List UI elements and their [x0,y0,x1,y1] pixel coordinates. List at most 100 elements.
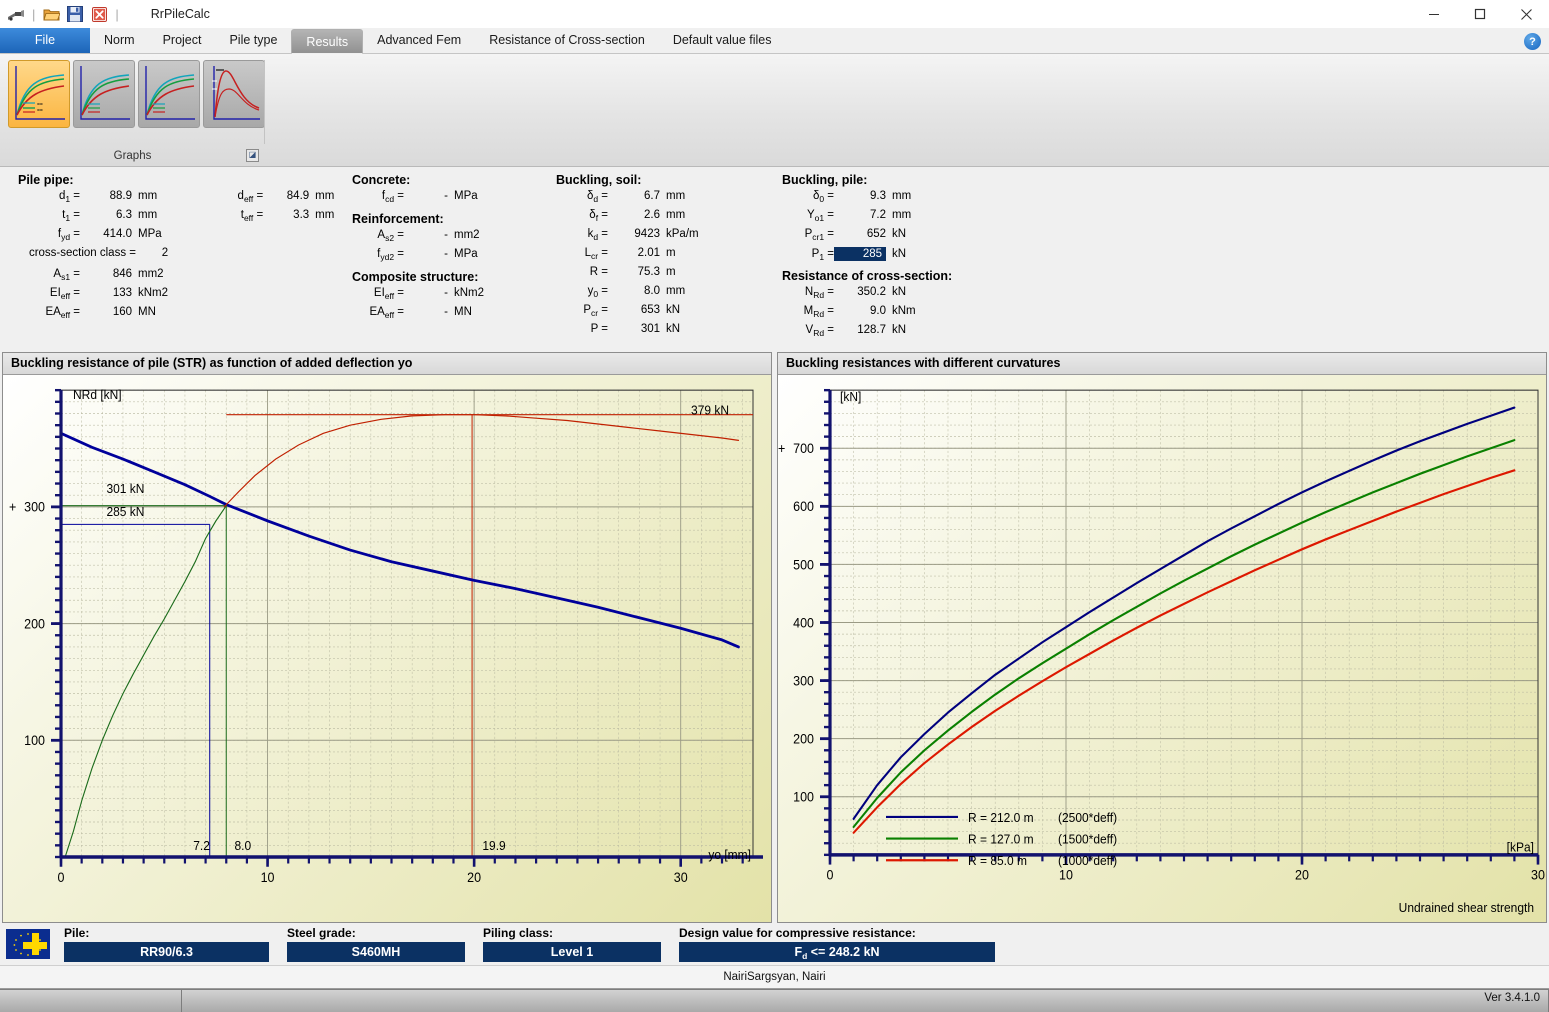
unit-eieff: kNm2 [138,287,169,299]
svg-text:600: 600 [793,499,814,515]
unit-as2: mm2 [454,229,480,241]
svg-text:(2500*deff): (2500*deff) [1058,810,1117,825]
graph-thumb-3[interactable] [138,60,200,128]
svg-text:+: + [9,499,16,515]
help-icon[interactable]: ? [1524,33,1541,50]
row-fyd2: fyd2 = - MPa [352,248,552,267]
chart-left-plot[interactable]: 100 200 300 +0 10 20 30 NRd [kN] yo [mm] 379 kN 30… [3,375,771,922]
tab-norm[interactable]: Norm [90,28,149,53]
graph-thumb-2[interactable] [73,60,135,128]
label-deff: deff = [237,190,264,204]
section-buckling-soil: Buckling, soil: δd = 6.7 mm δf = 2.6 mm … [556,173,771,342]
application-window: | | RrPileCalc File Norm Project Pile ty… [0,0,1549,1012]
svg-text:Undrained shear strength: Undrained shear strength [1399,901,1534,916]
value-fyd: 414.0 [103,228,132,240]
row-r: R = 75.3 m [556,266,771,285]
tab-project[interactable]: Project [149,28,216,53]
svg-text:0: 0 [58,869,65,885]
concrete-heading: Concrete: [352,173,411,187]
status-segment-left [0,990,182,1012]
label-teff: teff = [240,209,264,223]
label-p1: P1 = [811,248,834,262]
toolbar-separator-2: | [115,6,119,22]
design-value-value[interactable]: Fd <= 248.2 kN [679,942,995,962]
maximize-button[interactable] [1457,0,1503,28]
value-t1: 6.3 [116,209,132,221]
section-pile-pipe: Pile pipe: d1 = 88.9 mm deff = 84.9 mm t… [18,173,348,325]
app-title: RrPileCalc [150,7,210,21]
value-as2: - [444,229,448,241]
value-p1-highlighted[interactable]: 285 [834,247,886,261]
label-fcd: fcd = [381,190,404,204]
unit-fyd2: MPa [454,248,478,260]
ribbon-tabs: File Norm Project Pile type Results Adva… [0,28,1549,54]
svg-text:NRd [kN]: NRd [kN] [73,387,122,402]
close-red-icon[interactable] [89,4,109,24]
tab-results[interactable]: Results [291,29,364,54]
unit-eaeff: MN [138,306,156,318]
label-delta-f: δf = [589,209,608,223]
label-r: R = [589,266,608,278]
svg-text:400: 400 [793,615,814,631]
chart-left-svg: 100 200 300 +0 10 20 30 NRd [kN] yo [mm] 379 kN 30… [9,387,763,885]
design-value-sub: d [802,950,808,961]
section-concrete-group: Concrete: fcd = - MPa Reinforcement: As2… [352,173,552,325]
tab-file[interactable]: File [0,28,90,53]
tab-resistance-of-cross-section[interactable]: Resistance of Cross-section [475,28,659,53]
value-nrd: 350.2 [857,286,886,298]
value-mrd: 9.0 [870,305,886,317]
title-bar: | | RrPileCalc [0,0,1549,28]
label-nrd: NRd = [804,286,834,300]
svg-text:30: 30 [1531,867,1545,883]
row-eieff: EIeff = 133 kNm2 [18,287,348,306]
piling-class-value[interactable]: Level 1 [483,942,661,962]
unit-p1: kN [892,248,907,260]
resistance-cross-section-heading: Resistance of cross-section: [782,269,953,283]
unit-t1: mm [138,209,158,221]
pile-pipe-heading: Pile pipe: [18,173,74,187]
value-pcr: 653 [640,304,660,316]
value-y0: 8.0 [644,285,660,297]
row-fcd: fcd = - MPa [352,190,552,209]
value-cross-section-class: 2 [161,247,169,259]
svg-text:10: 10 [1059,867,1073,883]
svg-text:100: 100 [24,733,45,749]
label-composite-eaeff: EAeff = [369,306,404,320]
svg-text:7.2: 7.2 [193,839,210,854]
buckling-soil-heading: Buckling, soil: [556,173,642,187]
save-icon[interactable] [65,4,85,24]
row-fyd: fyd = 414.0 MPa [18,228,348,247]
swedish-cross-horizontal [23,942,47,949]
row-cross-section-class: cross-section class = 2 [18,247,348,266]
label-kd: kd = [587,228,608,242]
summary-field-piling-class: Piling class: Level 1 [483,926,661,962]
summary-field-design-value: Design value for compressive resistance:… [679,926,995,962]
tab-pile-type[interactable]: Pile type [215,28,291,53]
svg-text:(1000*deff): (1000*deff) [1058,854,1117,869]
unit-yo1: mm [892,209,912,221]
tab-advanced-fem[interactable]: Advanced Fem [363,28,475,53]
unit-pcr: kN [666,304,681,316]
tab-default-value-files[interactable]: Default value files [659,28,786,53]
unit-fcd: MPa [454,190,478,202]
close-button[interactable] [1503,0,1549,28]
label-as1: As1 = [53,268,80,282]
dialog-launcher-icon[interactable]: ◪ [246,149,259,162]
unit-vrd: kN [892,324,907,336]
minimize-button[interactable] [1411,0,1457,28]
steel-grade-value[interactable]: S460MH [287,942,465,962]
pile-value[interactable]: RR90/6.3 [64,942,269,962]
open-folder-icon[interactable] [41,4,61,24]
label-mrd: MRd = [803,305,834,319]
pile-icon[interactable] [6,4,26,24]
value-eaeff: 160 [112,306,132,318]
chart-right-plot[interactable]: 100 200 300 400 500 600 700 +0 10 20 30 [kN] [kPa] Un… [778,375,1546,922]
buckling-pile-heading: Buckling, pile: [782,173,868,187]
graph-thumb-4[interactable] [203,60,265,128]
svg-text:[kN]: [kN] [840,390,861,405]
graph-thumb-1[interactable]: == == [8,60,70,128]
label-delta-0: δ0 = [812,190,834,204]
svg-text:200: 200 [24,616,45,632]
svg-text:200: 200 [793,731,814,747]
label-fyd: fyd = [57,228,80,242]
